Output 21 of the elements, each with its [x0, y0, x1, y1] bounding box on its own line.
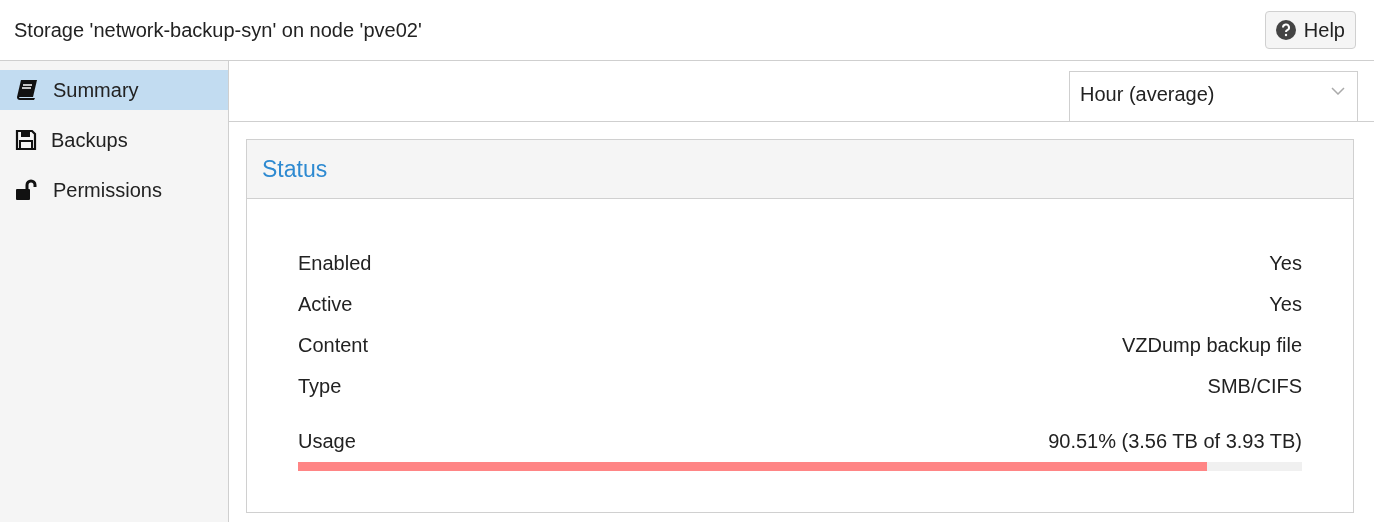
field-value: Yes — [1269, 250, 1302, 276]
panel-title: Status — [262, 154, 328, 184]
sidebar-item[interactable]: Summary — [0, 70, 228, 110]
help-icon — [1275, 20, 1296, 40]
field-label: Enabled — [298, 250, 372, 276]
sidebar-item[interactable]: Permissions — [0, 170, 228, 210]
unlocked-padlock-icon — [15, 179, 39, 201]
field-value: SMB/CIFS — [1207, 373, 1302, 399]
field-label: Content — [298, 332, 369, 358]
usage-reading: 90.51% (3.56 TB of 3.93 TB) — [1048, 429, 1302, 454]
field-label: Type — [298, 373, 342, 399]
help-button[interactable]: Help — [1264, 11, 1356, 49]
field-label: Active — [298, 291, 353, 317]
chevron-down-icon — [1331, 87, 1345, 95]
usage-label: Usage — [298, 429, 356, 454]
window-title: Storage 'network-backup-syn' on node 'pve02' — [14, 18, 422, 43]
timeframe-dropdown[interactable]: Hour (average) — [1069, 71, 1358, 122]
field-value: Yes — [1269, 291, 1302, 317]
book-icon — [15, 79, 39, 101]
field-value: VZDump backup file — [1121, 332, 1302, 358]
sidebar-item[interactable]: Backups — [0, 120, 228, 160]
